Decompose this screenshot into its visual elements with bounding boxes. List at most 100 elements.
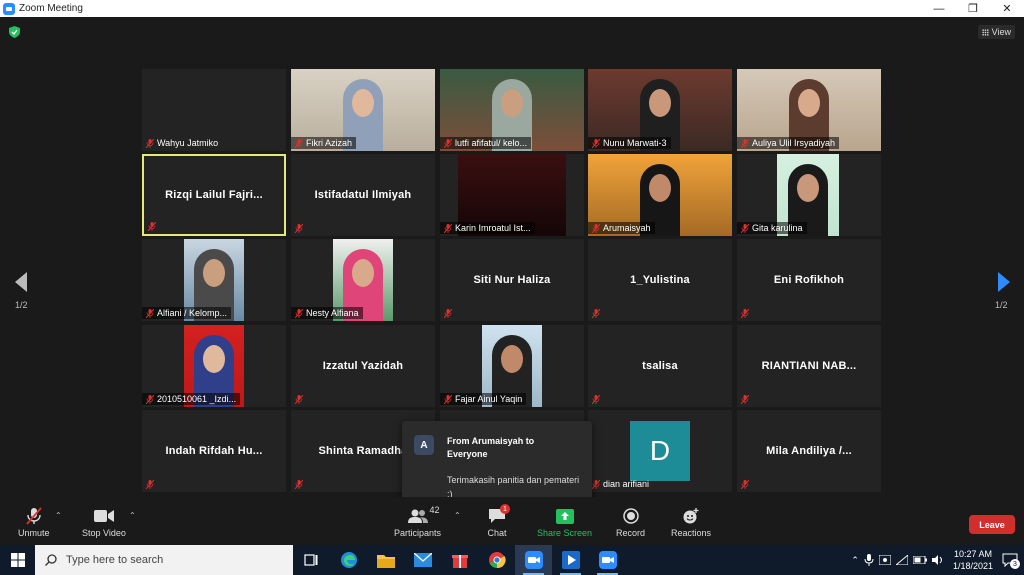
participant-tile[interactable]: RIANTIANI NAB... bbox=[737, 325, 881, 407]
muted-mic-icon bbox=[295, 138, 303, 148]
muted-mic-icon bbox=[741, 479, 749, 489]
participant-name-label: Karin Imroatul Ist... bbox=[440, 222, 535, 234]
mail-icon[interactable] bbox=[404, 545, 441, 575]
participant-display-name: Eni Rofikhoh bbox=[773, 274, 845, 286]
zoom-secondary-icon[interactable] bbox=[589, 545, 626, 575]
participants-icon: 42 bbox=[407, 505, 440, 525]
participant-tile[interactable]: Gita karulina bbox=[737, 154, 881, 236]
restore-button[interactable]: ❐ bbox=[956, 0, 990, 17]
participant-name-label: Nesty Alfiana bbox=[291, 307, 363, 319]
participant-tile[interactable]: 2010510061 _Izdi... bbox=[142, 325, 286, 407]
participant-display-name: Siti Nur Haliza bbox=[473, 274, 551, 286]
participant-tile[interactable]: lutfi afifatul/ kelo... bbox=[440, 69, 584, 151]
participants-button[interactable]: 42 Participants bbox=[394, 505, 441, 538]
participant-tile[interactable]: Rizqi Lailul Fajri... bbox=[142, 154, 286, 236]
participant-tile[interactable]: Siti Nur Haliza bbox=[440, 239, 584, 321]
close-button[interactable]: ✕ bbox=[990, 0, 1024, 17]
video-options-chevron-up-icon[interactable]: ⌃ bbox=[129, 511, 136, 520]
volume-icon[interactable] bbox=[931, 555, 944, 565]
notification-count: 3 bbox=[1010, 559, 1020, 569]
muted-mic-icon bbox=[146, 308, 154, 318]
participant-tile[interactable]: Auliya Ulil Irsyadiyah bbox=[737, 69, 881, 151]
record-button[interactable]: Record bbox=[616, 507, 645, 538]
task-view-icon[interactable] bbox=[293, 545, 330, 575]
network-tray-icon[interactable] bbox=[895, 555, 908, 565]
leave-button[interactable]: Leave bbox=[969, 515, 1015, 534]
muted-mic-icon bbox=[592, 394, 600, 404]
participant-tile[interactable]: Karin Imroatul Ist... bbox=[440, 154, 584, 236]
participant-name-label: Auliya Ulil Irsyadiyah bbox=[737, 137, 840, 149]
participant-name-label bbox=[737, 478, 753, 490]
microphone-tray-icon[interactable] bbox=[864, 554, 874, 566]
stop-video-button[interactable]: Stop Video bbox=[82, 507, 126, 538]
location-tray-icon[interactable] bbox=[878, 555, 891, 565]
participant-tile[interactable]: Alfiani / Kelomp... bbox=[142, 239, 286, 321]
gift-icon[interactable] bbox=[441, 545, 478, 575]
unmute-button[interactable]: Unmute bbox=[18, 507, 50, 538]
participant-tile[interactable]: Eni Rofikhoh bbox=[737, 239, 881, 321]
meeting-toolbar: Unmute ⌃ Stop Video ⌃ 42 Participants ⌃ … bbox=[0, 497, 1024, 545]
participant-name-label: lutfi afifatul/ kelo... bbox=[440, 137, 532, 149]
participant-tile[interactable]: Indah Rifdah Hu... bbox=[142, 410, 286, 492]
participant-name-label bbox=[737, 393, 753, 405]
participant-name-label: Gita karulina bbox=[737, 222, 807, 234]
zoom-taskbar-icon[interactable] bbox=[515, 545, 552, 575]
smiley-plus-icon bbox=[681, 507, 701, 525]
participant-name-label: Arumaisyah bbox=[588, 222, 655, 234]
search-placeholder: Type here to search bbox=[66, 554, 164, 566]
file-explorer-icon[interactable] bbox=[367, 545, 404, 575]
chat-unread-badge: 1 bbox=[500, 504, 510, 514]
taskbar-search-box[interactable]: Type here to search bbox=[35, 545, 293, 575]
participant-tile[interactable]: Wahyu Jatmiko bbox=[142, 69, 286, 151]
muted-mic-icon bbox=[444, 308, 452, 318]
windows-start-icon[interactable] bbox=[0, 545, 35, 575]
participant-tile[interactable]: Mila Andiliya /... bbox=[737, 410, 881, 492]
encryption-shield-icon[interactable] bbox=[9, 26, 20, 38]
window-title: Zoom Meeting bbox=[19, 3, 83, 14]
participant-display-name: RIANTIANI NAB... bbox=[761, 360, 857, 372]
participants-options-chevron-up-icon[interactable]: ⌃ bbox=[454, 511, 461, 520]
muted-mic-icon bbox=[295, 479, 303, 489]
view-button[interactable]: View bbox=[977, 25, 1015, 39]
participant-name-label bbox=[291, 478, 307, 490]
participant-tile[interactable]: Ddian arifiani bbox=[588, 410, 732, 492]
audio-options-chevron-up-icon[interactable]: ⌃ bbox=[55, 511, 62, 520]
notification-center-icon[interactable]: 3 bbox=[1002, 553, 1020, 569]
muted-mic-icon bbox=[444, 138, 452, 148]
muted-mic-icon bbox=[24, 507, 44, 525]
battery-icon[interactable] bbox=[912, 556, 927, 564]
participant-tile[interactable]: Fajar Ainul Yaqin bbox=[440, 325, 584, 407]
muted-mic-icon bbox=[295, 223, 303, 233]
chrome-icon[interactable] bbox=[478, 545, 515, 575]
participant-tile[interactable]: Nesty Alfiana bbox=[291, 239, 435, 321]
participant-display-name: 1_Yulistina bbox=[630, 274, 690, 286]
share-screen-button[interactable]: Share Screen bbox=[537, 507, 592, 538]
minimize-button[interactable]: — bbox=[922, 0, 956, 17]
reactions-button[interactable]: Reactions bbox=[671, 507, 711, 538]
edge-browser-icon[interactable] bbox=[330, 545, 367, 575]
participant-tile[interactable]: tsalisa bbox=[588, 325, 732, 407]
media-player-icon[interactable] bbox=[552, 545, 589, 575]
participant-tile[interactable]: Istifadatul Ilmiyah bbox=[291, 154, 435, 236]
participant-tile[interactable]: Nunu Marwati-3 bbox=[588, 69, 732, 151]
muted-mic-icon bbox=[592, 223, 600, 233]
participant-name-label: Nunu Marwati-3 bbox=[588, 137, 671, 149]
chat-button[interactable]: 1 Chat bbox=[487, 504, 510, 538]
participant-tile[interactable]: Fikri Azizah bbox=[291, 69, 435, 151]
participant-display-name: Izzatul Yazidah bbox=[322, 360, 404, 372]
participant-name-label: Alfiani / Kelomp... bbox=[142, 307, 232, 319]
taskbar-clock[interactable]: 10:27 AM 1/18/2021 bbox=[953, 548, 993, 572]
participant-display-name: tsalisa bbox=[642, 360, 678, 372]
page-indicator-left: 1/2 bbox=[15, 300, 28, 310]
participant-display-name: Istifadatul Ilmiyah bbox=[314, 189, 412, 201]
participant-tile[interactable]: Arumaisyah bbox=[588, 154, 732, 236]
participant-tile[interactable]: Izzatul Yazidah bbox=[291, 325, 435, 407]
participants-count: 42 bbox=[429, 505, 440, 515]
next-page-arrow-icon[interactable] bbox=[993, 272, 1013, 292]
participant-display-name: Mila Andiliya /... bbox=[766, 445, 852, 457]
previous-page-arrow-icon[interactable] bbox=[12, 272, 32, 292]
muted-mic-icon bbox=[741, 223, 749, 233]
participant-name-label: Fikri Azizah bbox=[291, 137, 357, 149]
participant-tile[interactable]: 1_Yulistina bbox=[588, 239, 732, 321]
tray-chevron-up-icon[interactable]: ⌃ bbox=[851, 555, 859, 566]
